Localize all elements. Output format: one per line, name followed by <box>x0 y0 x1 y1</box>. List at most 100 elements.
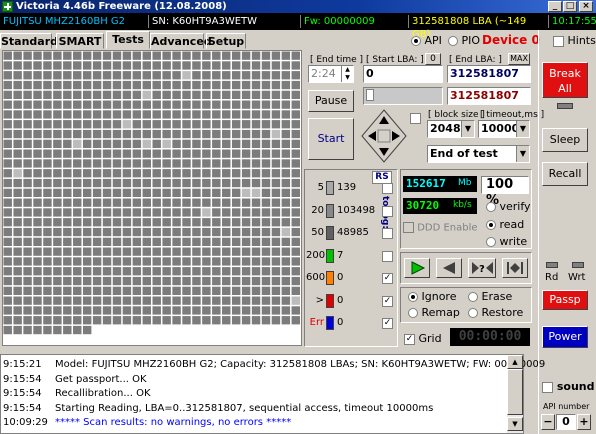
timeout-dropdown-icon[interactable]: ▼ <box>516 121 529 137</box>
current-lba-field[interactable]: 312581807 <box>447 87 531 105</box>
log-message: Starting Reading, LBA=0..312581807, sequ… <box>55 402 434 414</box>
grid-cell <box>73 100 82 109</box>
grid-cell <box>231 169 241 178</box>
grid-cell <box>122 100 132 109</box>
api-number-increment[interactable]: + <box>577 414 591 430</box>
tab-tests[interactable]: Tests <box>106 31 150 49</box>
api-radio-dot <box>411 36 421 46</box>
grid-cell <box>13 306 22 315</box>
grid-cell <box>142 51 151 60</box>
passp-button[interactable]: Passp <box>542 290 588 310</box>
stats-log-checkbox[interactable]: ✓ <box>382 318 393 329</box>
remap-radio[interactable]: Remap <box>408 306 460 319</box>
drive-model[interactable]: FUJITSU MHZ2160BH G2 <box>0 15 146 28</box>
back-button[interactable] <box>436 258 462 278</box>
log-scrollbar[interactable]: ▲ ▼ <box>507 355 523 433</box>
sound-checkbox[interactable]: sound <box>542 380 594 393</box>
tab-setup[interactable]: Setup <box>206 33 246 49</box>
grid-cell <box>102 129 112 139</box>
grid-cell <box>73 71 82 80</box>
grid-cell <box>281 335 291 344</box>
api-number-field[interactable]: 0 <box>556 414 576 430</box>
grid-cell <box>122 149 132 158</box>
close-button[interactable]: × <box>579 1 593 12</box>
grid-cell <box>261 61 271 70</box>
grid-cell <box>92 61 102 70</box>
erase-label: Erase <box>481 290 513 303</box>
grid-cell <box>122 237 132 246</box>
stats-log-checkbox[interactable]: ✓ <box>382 273 393 284</box>
read-radio[interactable]: read <box>486 218 524 231</box>
tab-standard[interactable]: Standard <box>0 33 58 49</box>
power-button[interactable]: Power <box>542 326 588 348</box>
grid-cell <box>3 129 12 139</box>
rd-indicator <box>546 262 558 268</box>
grid-cell <box>261 247 271 256</box>
log-time: 10:09:29 <box>3 417 48 428</box>
recall-button[interactable]: Recall <box>542 162 588 186</box>
skip-unknown-button[interactable]: ? <box>468 258 496 278</box>
grid-cell <box>222 188 231 197</box>
grid-cell <box>281 316 291 325</box>
grid-cell <box>82 335 92 344</box>
ddd-enable-checkbox[interactable]: DDD Enable <box>403 222 478 234</box>
grid-cell <box>222 267 231 276</box>
stats-log-checkbox[interactable] <box>382 183 393 194</box>
grid-cell <box>142 110 151 119</box>
grid-cell <box>82 237 92 246</box>
grid-cell <box>152 71 161 80</box>
grid-cell <box>261 198 271 207</box>
end-time-spinner-arrows-icon[interactable]: ▲ ▼ <box>341 66 353 82</box>
grid-cell <box>13 159 22 168</box>
grid-cell <box>261 159 271 168</box>
grid-cell <box>222 90 231 99</box>
tab-smart[interactable]: SMART <box>56 33 104 49</box>
grid-cell <box>102 169 112 178</box>
grid-checkbox[interactable]: ✓ Grid <box>404 332 442 345</box>
pause-button[interactable]: Pause <box>308 90 354 112</box>
end-button[interactable] <box>502 258 528 278</box>
break-all-button[interactable]: Break All <box>542 62 588 98</box>
api-number-decrement[interactable]: − <box>541 414 555 430</box>
grid-cell <box>33 51 42 60</box>
end-lba-max-button[interactable]: MAX <box>508 53 530 65</box>
grid-cell <box>122 218 132 227</box>
maximize-button[interactable]: □ <box>563 1 577 12</box>
ignore-radio[interactable]: Ignore <box>408 290 456 303</box>
grid-cell <box>132 237 142 246</box>
end-mode-dropdown-icon[interactable]: ▼ <box>516 146 529 162</box>
stats-log-checkbox[interactable]: ✓ <box>382 295 393 307</box>
scroll-down-icon[interactable]: ▼ <box>507 417 523 431</box>
verify-radio[interactable]: verify <box>486 200 531 213</box>
dpad-checkbox[interactable] <box>410 113 421 124</box>
grid-cell <box>23 227 32 237</box>
play-button[interactable] <box>404 258 430 278</box>
restore-radio[interactable]: Restore <box>468 306 523 319</box>
end-lba-field[interactable]: 312581807 <box>447 65 531 83</box>
scroll-thumb[interactable] <box>507 369 523 415</box>
erase-radio[interactable]: Erase <box>468 290 512 303</box>
grid-cell <box>261 276 271 286</box>
grid-cell <box>73 80 82 90</box>
stats-log-checkbox[interactable] <box>382 205 393 217</box>
sleep-button[interactable]: Sleep <box>542 128 588 152</box>
minimize-button[interactable]: _ <box>548 1 562 12</box>
grid-cell <box>3 286 12 295</box>
grid-cell <box>23 129 32 139</box>
start-lba-field[interactable]: 0 <box>363 65 443 83</box>
start-lba-zero-button[interactable]: 0 <box>425 53 441 65</box>
api-radio[interactable]: API <box>411 34 442 47</box>
write-dot <box>486 237 496 247</box>
direction-pad-icon[interactable] <box>360 108 408 164</box>
scroll-up-icon[interactable]: ▲ <box>507 355 523 369</box>
pio-radio[interactable]: PIO <box>448 34 480 47</box>
write-radio[interactable]: write <box>486 235 527 248</box>
end-mode-select[interactable]: End of test <box>427 145 530 163</box>
grid-cell <box>202 306 211 315</box>
tab-advanced[interactable]: Advanced <box>150 33 212 49</box>
stats-log-checkbox[interactable] <box>382 228 393 239</box>
start-button[interactable]: Start <box>308 118 354 160</box>
block-size-dropdown-icon[interactable]: ▼ <box>461 121 474 137</box>
grid-cell <box>152 208 161 217</box>
stats-log-checkbox[interactable] <box>382 250 393 262</box>
